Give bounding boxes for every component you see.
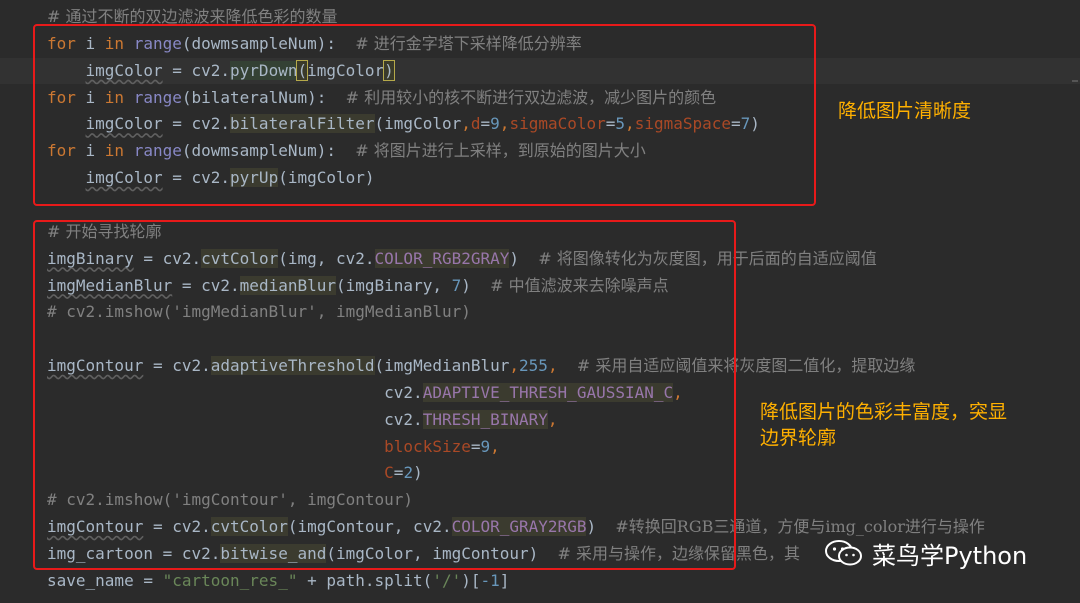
code-token: "cartoon_res_" — [162, 570, 298, 590]
watermark: 菜鸟学Python — [824, 533, 1027, 573]
wechat-icon — [825, 540, 862, 566]
code-token: save_name = — [47, 570, 163, 590]
annotation-reduce-clarity: 降低图片清晰度 — [838, 100, 972, 122]
code-token: '/' — [432, 570, 462, 590]
highlight-box-downsample — [33, 24, 816, 206]
code-token: + path.split( — [297, 570, 433, 590]
scrollbar-marker[interactable] — [1072, 80, 1078, 82]
code-line[interactable]: save_name = "cartoon_res_" + path.split(… — [47, 568, 509, 594]
code-token: -1 — [480, 570, 500, 590]
highlight-box-contour — [33, 220, 736, 570]
watermark-text: 菜鸟学Python — [872, 541, 1028, 570]
annotation-reduce-color-line1: 降低图片的色彩丰富度，突显 — [760, 401, 1008, 423]
code-token: ] — [499, 570, 510, 590]
code-token: )[ — [461, 570, 481, 590]
annotation-reduce-color-line2: 边界轮廓 — [760, 427, 837, 449]
